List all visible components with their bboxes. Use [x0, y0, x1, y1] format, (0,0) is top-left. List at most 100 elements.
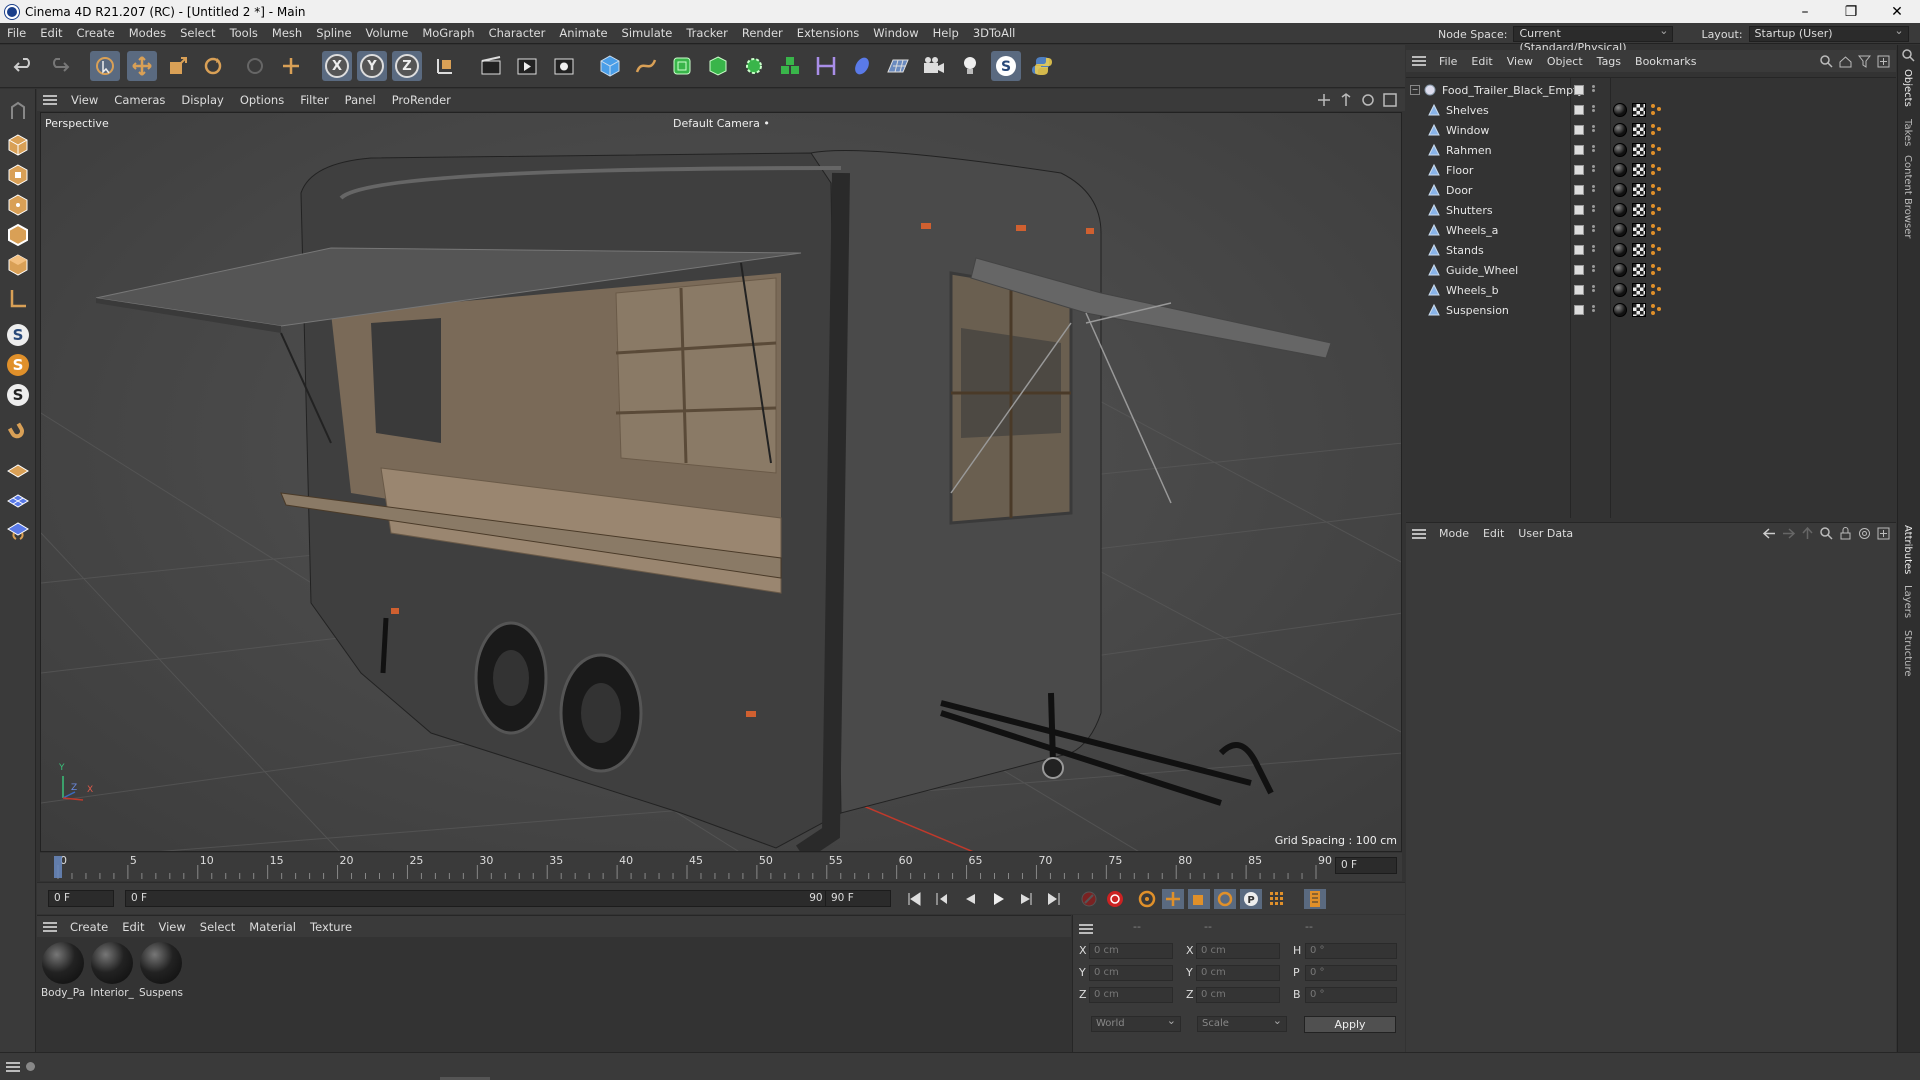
range-slider[interactable]: 0 F 90 F [125, 890, 847, 907]
home-icon[interactable] [1839, 55, 1852, 68]
size-z-field[interactable]: 0 cm [1196, 987, 1280, 1003]
object-menu-object[interactable]: Object [1540, 55, 1590, 68]
selection-tag-icon[interactable] [1651, 224, 1663, 236]
editor-render-dots[interactable] [1592, 165, 1595, 175]
editor-render-dots[interactable] [1592, 265, 1595, 275]
search-icon[interactable] [1820, 54, 1833, 68]
editor-render-dots[interactable] [1592, 85, 1595, 95]
goto-end-button[interactable] [1043, 889, 1065, 909]
viewport-menu-options[interactable]: Options [232, 93, 292, 107]
editor-render-dots[interactable] [1592, 245, 1595, 255]
editor-render-dots[interactable] [1592, 185, 1595, 195]
deformer-button[interactable] [811, 51, 841, 81]
tab-layers[interactable]: Layers [1902, 585, 1913, 618]
locked-workplane-button[interactable] [4, 515, 32, 543]
viewport-hamburger-icon[interactable] [43, 95, 57, 105]
material-swatch[interactable]: Suspens [138, 942, 184, 999]
maximize-button[interactable]: ❐ [1828, 4, 1874, 20]
selection-tag-icon[interactable] [1651, 124, 1663, 136]
uvw-tag-icon[interactable] [1632, 103, 1646, 117]
menu-edit[interactable]: Edit [33, 26, 69, 40]
selection-tag-icon[interactable] [1651, 144, 1663, 156]
spline-pen-button[interactable] [631, 51, 661, 81]
material-swatch[interactable]: Interior_ [89, 942, 135, 999]
selection-tag-icon[interactable] [1651, 284, 1663, 296]
material-tag-icon[interactable] [1613, 223, 1627, 237]
editor-render-dots[interactable] [1592, 285, 1595, 295]
material-tag-icon[interactable] [1613, 283, 1627, 297]
timeline-ruler[interactable]: 0 5 10 15 20 25 30 35 40 45 50 55 60 65 70 75 80 85 90 0 F [40, 853, 1402, 881]
material-menu-material[interactable]: Material [242, 920, 303, 934]
material-tag-icon[interactable] [1613, 123, 1627, 137]
viewport-move-icon[interactable] [1317, 93, 1331, 107]
object-menu-bookmarks[interactable]: Bookmarks [1628, 55, 1703, 68]
viewport-maximize-icon[interactable] [1383, 93, 1397, 107]
recent-tool[interactable] [240, 51, 270, 81]
menu-3dtoall[interactable]: 3DToAll [966, 26, 1023, 40]
uvw-tag-icon[interactable] [1632, 203, 1646, 217]
uvw-tag-icon[interactable] [1632, 303, 1646, 317]
menu-volume[interactable]: Volume [359, 26, 416, 40]
viewport-menu-cameras[interactable]: Cameras [106, 93, 173, 107]
menu-spline[interactable]: Spline [309, 26, 358, 40]
object-row-root[interactable]: − Food_Trailer_Black_Empty [1406, 80, 1896, 100]
render-region-button[interactable] [476, 51, 506, 81]
menu-select[interactable]: Select [173, 26, 222, 40]
menu-mesh[interactable]: Mesh [265, 26, 309, 40]
create-tool[interactable] [276, 51, 306, 81]
menu-render[interactable]: Render [735, 26, 790, 40]
key-scale-button[interactable] [1188, 889, 1210, 909]
prev-frame-button[interactable] [959, 889, 981, 909]
edges-mode-button[interactable] [4, 221, 32, 249]
attribute-new-panel-icon[interactable] [1877, 527, 1890, 540]
viewport-menu-display[interactable]: Display [173, 93, 231, 107]
playhead[interactable] [54, 856, 62, 878]
forward-arrow-icon[interactable] [1782, 527, 1795, 540]
visibility-checkbox[interactable] [1574, 245, 1584, 255]
axis-x-lock[interactable]: X [322, 51, 352, 81]
key-parameter-button[interactable]: P [1240, 889, 1262, 909]
uvw-tag-icon[interactable] [1632, 163, 1646, 177]
rotation-h-field[interactable]: 0 ° [1305, 943, 1397, 959]
visibility-checkbox[interactable] [1574, 145, 1584, 155]
visibility-checkbox[interactable] [1574, 285, 1584, 295]
polygons-mode-button[interactable] [4, 251, 32, 279]
up-arrow-icon[interactable] [1801, 527, 1814, 540]
visibility-checkbox[interactable] [1574, 225, 1584, 235]
snap-s2-button[interactable]: S [4, 351, 32, 379]
tab-content-browser[interactable]: Content Browser [1902, 155, 1913, 238]
make-editable-button[interactable] [4, 97, 32, 125]
menu-modes[interactable]: Modes [122, 26, 173, 40]
python-button[interactable] [1027, 51, 1057, 81]
side-search-icon[interactable] [1902, 49, 1916, 63]
material-menu-view[interactable]: View [152, 920, 193, 934]
viewport-zoom-icon[interactable] [1339, 93, 1353, 107]
position-y-field[interactable]: 0 cm [1089, 965, 1173, 981]
selection-tag-icon[interactable] [1651, 304, 1663, 316]
rotation-p-field[interactable]: 0 ° [1305, 965, 1397, 981]
material-tag-icon[interactable] [1613, 243, 1627, 257]
close-button[interactable]: ✕ [1874, 4, 1920, 20]
autokey-button[interactable] [1078, 889, 1100, 909]
object-menu-view[interactable]: View [1500, 55, 1540, 68]
axis-z-lock[interactable]: Z [392, 51, 422, 81]
cloner-button[interactable] [739, 51, 769, 81]
play-button[interactable] [987, 889, 1009, 909]
tab-takes[interactable]: Takes [1902, 119, 1913, 146]
end-frame-field[interactable]: 90 F [825, 890, 891, 907]
editor-render-dots[interactable] [1592, 305, 1595, 315]
material-swatch[interactable]: Body_Pa [40, 942, 86, 999]
menu-tools[interactable]: Tools [223, 26, 265, 40]
material-tag-icon[interactable] [1613, 183, 1627, 197]
material-tag-icon[interactable] [1613, 263, 1627, 277]
live-selection-tool[interactable] [90, 51, 120, 81]
viewport-menu-filter[interactable]: Filter [292, 93, 336, 107]
visibility-checkbox[interactable] [1574, 205, 1584, 215]
redo-button[interactable] [44, 51, 74, 81]
visibility-checkbox[interactable] [1574, 125, 1584, 135]
material-menu-edit[interactable]: Edit [115, 920, 151, 934]
status-hamburger-icon[interactable] [6, 1062, 20, 1072]
selection-tag-icon[interactable] [1651, 244, 1663, 256]
attribute-menu-edit[interactable]: Edit [1476, 527, 1511, 540]
attribute-menu-mode[interactable]: Mode [1432, 527, 1476, 540]
